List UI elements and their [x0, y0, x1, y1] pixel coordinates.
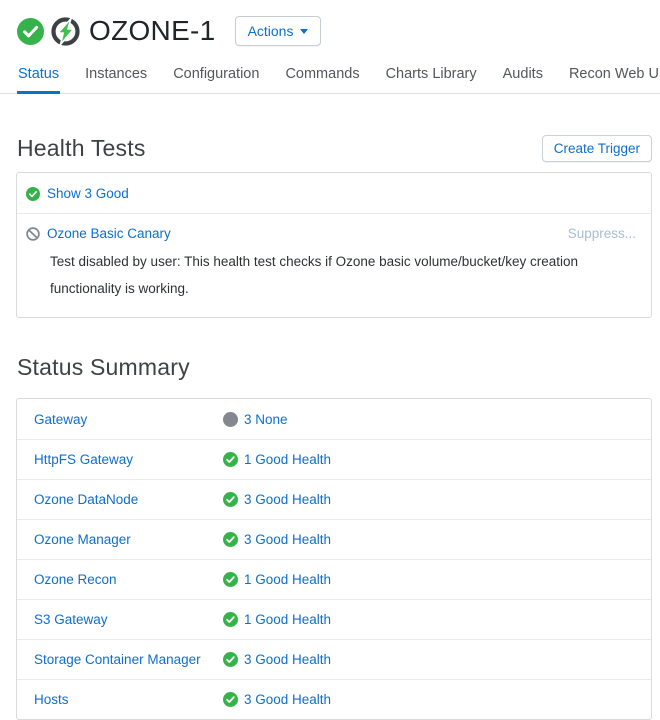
- good-health-check-icon: [223, 452, 238, 467]
- good-health-check-icon: [223, 652, 238, 667]
- service-status-page: OZONE-1 Actions Status Instances Configu…: [0, 0, 660, 720]
- table-row-httpfs-gateway: HttpFS Gateway 1 Good Health: [17, 439, 651, 479]
- tab-recon-web-ui-label: Recon Web UI: [569, 66, 660, 82]
- good-health-check-icon: [223, 612, 238, 627]
- status-link[interactable]: 3 Good Health: [223, 652, 331, 667]
- suppress-link[interactable]: Suppress...: [568, 226, 636, 241]
- health-test-row-good: Show 3 Good: [17, 173, 651, 213]
- service-header: OZONE-1 Actions: [0, 0, 660, 50]
- health-tests-header: Health Tests Create Trigger: [0, 135, 660, 162]
- status-link[interactable]: 3 Good Health: [223, 532, 331, 547]
- tab-recon-web-ui[interactable]: Recon Web UI: [568, 60, 660, 94]
- status-link[interactable]: 1 Good Health: [223, 452, 331, 467]
- table-row-ozone-recon: Ozone Recon 1 Good Health: [17, 559, 651, 599]
- tab-status-label: Status: [18, 66, 59, 82]
- tab-status[interactable]: Status: [17, 60, 60, 94]
- tab-audits-label: Audits: [503, 66, 543, 82]
- tab-configuration[interactable]: Configuration: [172, 60, 260, 94]
- tab-instances-label: Instances: [85, 66, 147, 82]
- good-health-check-icon: [223, 692, 238, 707]
- tab-instances[interactable]: Instances: [84, 60, 148, 94]
- status-text: 1 Good Health: [244, 572, 331, 587]
- health-test-row-disabled: Ozone Basic Canary Suppress... Test disa…: [17, 213, 651, 317]
- role-link[interactable]: Ozone Recon: [34, 572, 223, 587]
- status-summary-heading: Status Summary: [17, 354, 190, 381]
- status-text: 3 Good Health: [244, 652, 331, 667]
- show-good-link[interactable]: Show 3 Good: [47, 186, 129, 201]
- actions-button[interactable]: Actions: [235, 16, 322, 46]
- status-summary-header: Status Summary: [0, 354, 660, 381]
- status-link[interactable]: 3 Good Health: [223, 692, 331, 707]
- chevron-down-icon: [300, 29, 308, 34]
- tab-audits[interactable]: Audits: [502, 60, 544, 94]
- tab-bar: Status Instances Configuration Commands …: [0, 50, 660, 94]
- none-status-icon: [223, 412, 238, 427]
- role-link[interactable]: S3 Gateway: [34, 612, 223, 627]
- status-text: 3 None: [244, 412, 288, 427]
- role-link[interactable]: Ozone Manager: [34, 532, 223, 547]
- ozone-basic-canary-link[interactable]: Ozone Basic Canary: [47, 226, 171, 241]
- role-link[interactable]: Gateway: [34, 412, 223, 427]
- tab-charts-library-label: Charts Library: [386, 66, 477, 82]
- table-row-gateway: Gateway 3 None: [17, 399, 651, 439]
- ozone-lightning-logo-icon: [51, 17, 80, 46]
- status-text: 1 Good Health: [244, 612, 331, 627]
- status-link[interactable]: 1 Good Health: [223, 612, 331, 627]
- status-link[interactable]: 1 Good Health: [223, 572, 331, 587]
- good-health-check-icon: [26, 187, 40, 201]
- table-row-ozone-manager: Ozone Manager 3 Good Health: [17, 519, 651, 559]
- tab-commands-label: Commands: [285, 66, 359, 82]
- role-link[interactable]: Hosts: [34, 692, 223, 707]
- status-summary-table: Gateway 3 None HttpFS Gateway 1 Good Hea…: [16, 398, 652, 720]
- good-health-check-icon: [223, 572, 238, 587]
- disabled-test-description: Test disabled by user: This health test …: [50, 248, 628, 302]
- status-link[interactable]: 3 None: [223, 412, 288, 427]
- tab-configuration-label: Configuration: [173, 66, 259, 82]
- create-trigger-button[interactable]: Create Trigger: [542, 135, 652, 162]
- page-title: OZONE-1: [89, 17, 216, 45]
- status-text: 3 Good Health: [244, 492, 331, 507]
- table-row-ozone-datanode: Ozone DataNode 3 Good Health: [17, 479, 651, 519]
- table-row-storage-container-manager: Storage Container Manager 3 Good Health: [17, 639, 651, 679]
- status-text: 1 Good Health: [244, 452, 331, 467]
- status-text: 3 Good Health: [244, 532, 331, 547]
- table-row-s3-gateway: S3 Gateway 1 Good Health: [17, 599, 651, 639]
- disabled-test-header: Ozone Basic Canary Suppress...: [26, 226, 636, 241]
- good-health-check-icon: [223, 492, 238, 507]
- table-row-hosts: Hosts 3 Good Health: [17, 679, 651, 719]
- status-link[interactable]: 3 Good Health: [223, 492, 331, 507]
- actions-button-label: Actions: [248, 23, 294, 39]
- tab-charts-library[interactable]: Charts Library: [385, 60, 478, 94]
- good-health-check-icon: [223, 532, 238, 547]
- health-tests-panel: Show 3 Good Ozone Basic Canary Suppress.…: [16, 172, 652, 318]
- good-health-check-icon: [17, 18, 44, 45]
- health-tests-heading: Health Tests: [17, 135, 146, 162]
- role-link[interactable]: Storage Container Manager: [34, 652, 223, 667]
- disabled-slash-icon: [26, 227, 40, 241]
- role-link[interactable]: HttpFS Gateway: [34, 452, 223, 467]
- status-text: 3 Good Health: [244, 692, 331, 707]
- tab-commands[interactable]: Commands: [284, 60, 360, 94]
- role-link[interactable]: Ozone DataNode: [34, 492, 223, 507]
